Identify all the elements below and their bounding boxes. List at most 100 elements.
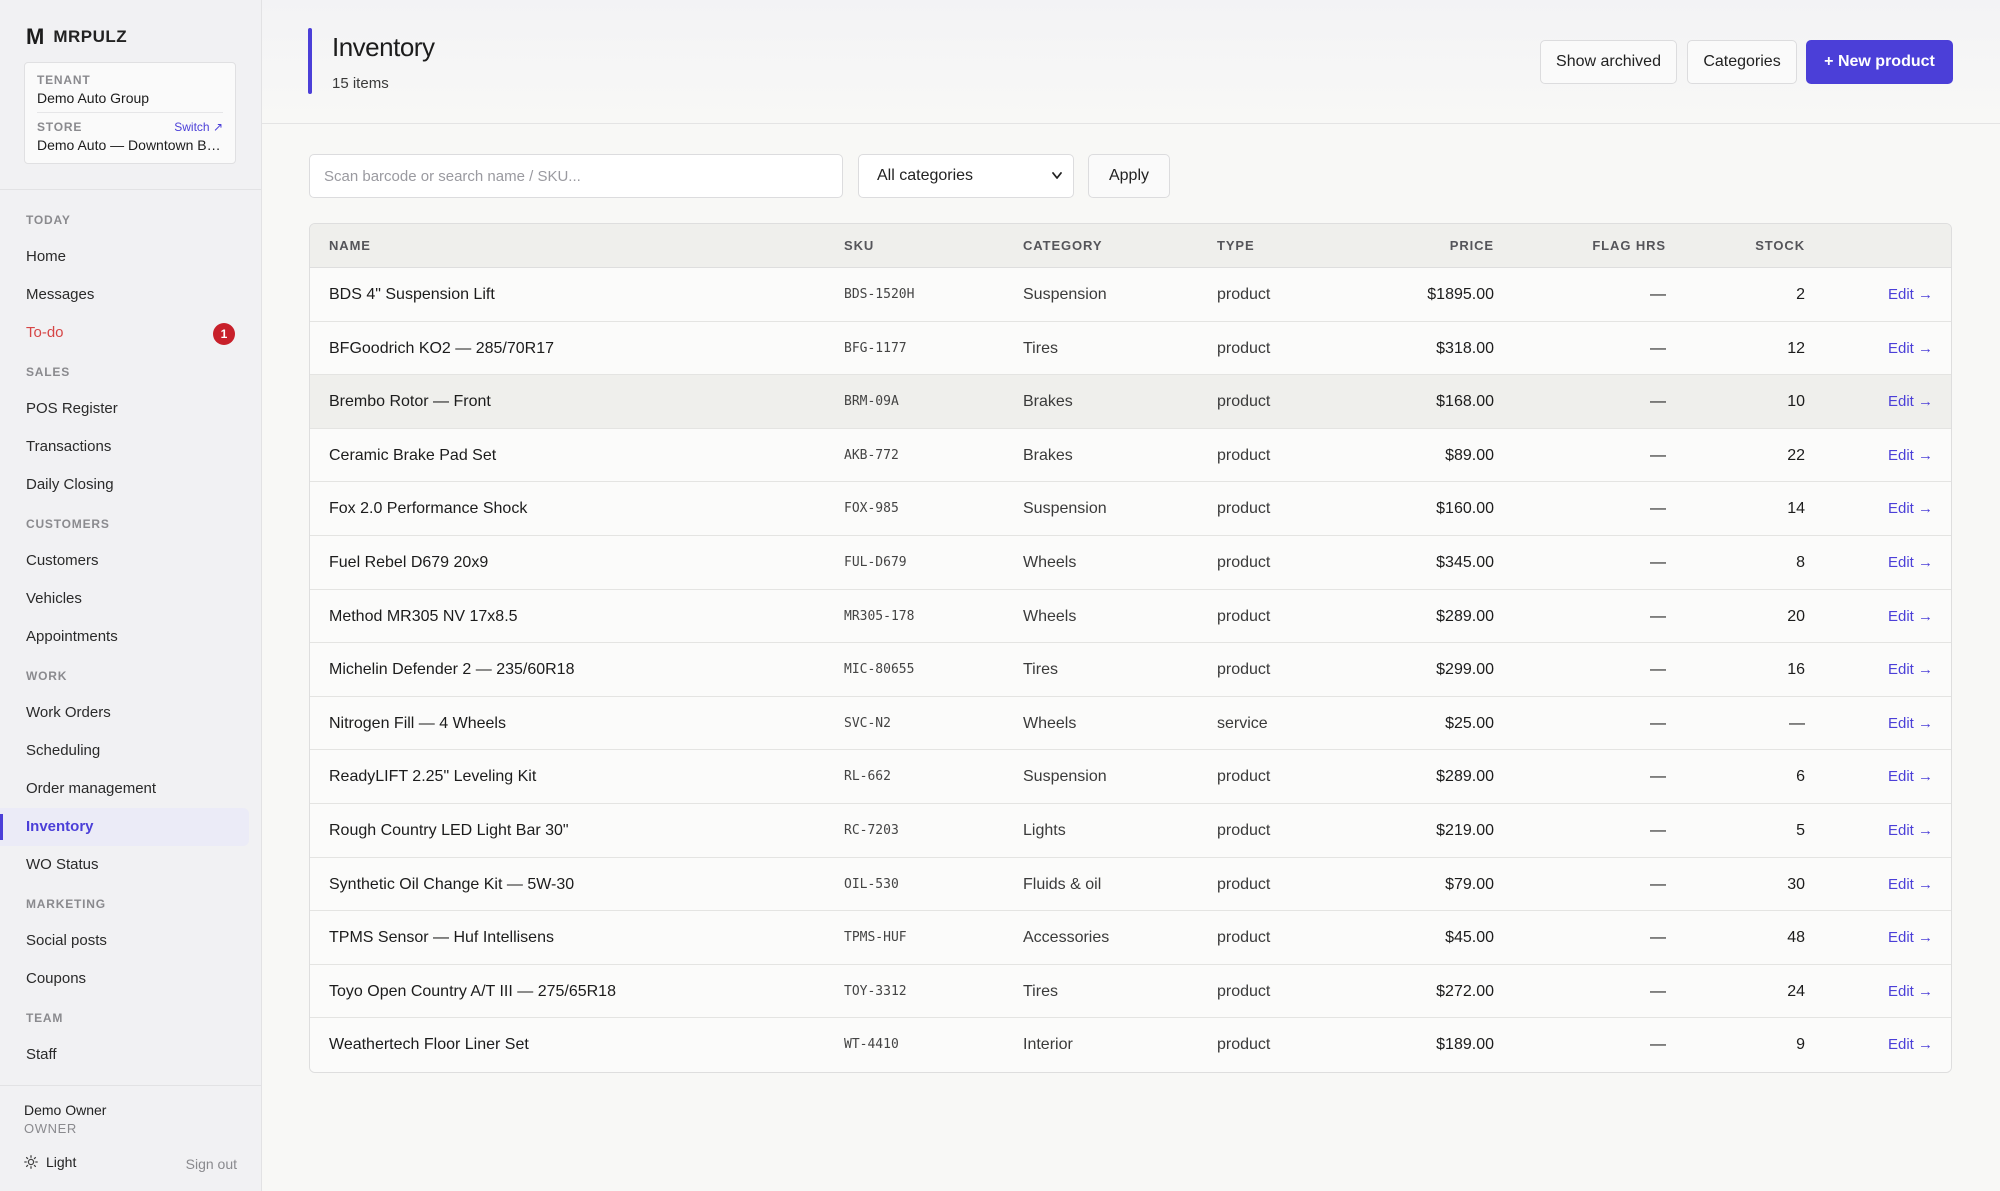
show-archived-button[interactable]: Show archived bbox=[1540, 40, 1677, 84]
sidebar-item-messages[interactable]: Messages bbox=[0, 276, 249, 314]
edit-link[interactable]: Edit → bbox=[1888, 858, 1933, 911]
edit-link[interactable]: Edit → bbox=[1888, 911, 1933, 964]
cell-type: product bbox=[1217, 1036, 1271, 1054]
cell-category: Suspension bbox=[1023, 286, 1107, 303]
cell-stock: 12 bbox=[1787, 339, 1805, 357]
cell-price: $289.00 bbox=[1436, 768, 1494, 786]
edit-link[interactable]: Edit → bbox=[1888, 590, 1933, 643]
table-row[interactable]: Method MR305 NV 17x8.5 MR305-178 Wheels pro… bbox=[310, 589, 1951, 644]
table-row[interactable]: Toyo Open Country A/T III — 275/65R18 TOY… bbox=[310, 964, 1951, 1019]
edit-link[interactable]: Edit → bbox=[1888, 1018, 1933, 1071]
owner-name: Demo Owner bbox=[24, 1102, 107, 1118]
table-row[interactable]: Fuel Rebel D679 20x9 FUL-D679 Wheels produc… bbox=[310, 535, 1951, 590]
cell-type: product bbox=[1217, 286, 1271, 303]
column-header-name[interactable]: NAME bbox=[329, 224, 371, 268]
cell-stock: 14 bbox=[1787, 500, 1805, 518]
cell-price: $189.00 bbox=[1436, 1036, 1494, 1054]
cell-flag-hrs: — bbox=[1650, 929, 1666, 947]
sidebar-item-wo-status[interactable]: WO Status bbox=[0, 846, 249, 884]
sidebar-item-vehicles[interactable]: Vehicles bbox=[0, 580, 249, 618]
cell-name: Ceramic Brake Pad Set bbox=[329, 446, 497, 464]
sidebar-item-order-management[interactable]: Order management bbox=[0, 770, 249, 808]
edit-link[interactable]: Edit → bbox=[1888, 375, 1933, 428]
sidebar-item-home[interactable]: Home bbox=[0, 238, 249, 276]
edit-link[interactable]: Edit → bbox=[1888, 482, 1933, 535]
cell-name: Fox 2.0 Performance Shock bbox=[329, 500, 528, 518]
table-row[interactable]: Weathertech Floor Liner Set WT-4410 Interi… bbox=[310, 1018, 1951, 1072]
sidebar-item-staff[interactable]: Staff bbox=[0, 1036, 249, 1074]
cell-name: Nitrogen Fill — 4 Wheels bbox=[329, 714, 506, 732]
sidebar-item-to-do[interactable]: To-do 1 bbox=[0, 314, 249, 352]
sidebar-item-social-posts[interactable]: Social posts bbox=[0, 922, 249, 960]
cell-stock: 5 bbox=[1796, 821, 1805, 839]
cell-stock: 20 bbox=[1787, 607, 1805, 625]
sidebar-item-transactions[interactable]: Transactions bbox=[0, 428, 249, 466]
switch-store-link[interactable]: Switch ↗ bbox=[174, 120, 223, 134]
edit-link[interactable]: Edit → bbox=[1888, 322, 1933, 375]
table-row[interactable]: ReadyLIFT 2.25" Leveling Kit RL-662 Suspen… bbox=[310, 750, 1951, 804]
cell-type: product bbox=[1217, 339, 1271, 357]
sidebar-item-customers[interactable]: Customers bbox=[0, 542, 249, 580]
edit-link[interactable]: Edit → bbox=[1888, 643, 1933, 696]
cell-type: product bbox=[1217, 500, 1271, 518]
sidebar-nav: TODAY Home Messages To-do 1 SALES POS Register… bbox=[0, 200, 261, 1080]
column-header-flag-hrs[interactable]: FLAG HRS bbox=[1592, 224, 1666, 268]
sidebar-item-label: Inventory bbox=[26, 818, 94, 835]
column-header-type[interactable]: TYPE bbox=[1217, 224, 1255, 268]
edit-link[interactable]: Edit → bbox=[1888, 804, 1933, 857]
sidebar-item-label: Social posts bbox=[26, 932, 107, 949]
table-row[interactable]: BDS 4" Suspension Lift BDS-1520H Suspensio… bbox=[310, 268, 1951, 322]
store-value: Demo Auto — Downtown Branch bbox=[37, 137, 223, 153]
sidebar-item-coupons[interactable]: Coupons bbox=[0, 960, 249, 998]
edit-link[interactable]: Edit → bbox=[1888, 536, 1933, 589]
cell-stock: 24 bbox=[1787, 982, 1805, 1000]
table-row[interactable]: TPMS Sensor — Huf Intellisens TPMS-HUF Acc… bbox=[310, 911, 1951, 965]
sidebar-item-scheduling[interactable]: Scheduling bbox=[0, 732, 249, 770]
theme-toggle[interactable]: Light bbox=[24, 1154, 76, 1170]
brand[interactable]: M MRPULZ bbox=[26, 24, 127, 50]
cell-flag-hrs: — bbox=[1650, 446, 1666, 464]
categories-button[interactable]: Categories bbox=[1687, 40, 1797, 84]
search-input[interactable] bbox=[309, 154, 843, 198]
sidebar-item-label: Customers bbox=[26, 552, 99, 569]
table-row[interactable]: Brembo Rotor — Front BRM-09A Brakes product… bbox=[310, 375, 1951, 429]
sidebar-item-label: Scheduling bbox=[26, 742, 101, 759]
table-row[interactable]: Rough Country LED Light Bar 30" RC-7203 Li… bbox=[310, 803, 1951, 858]
cell-price: $318.00 bbox=[1436, 339, 1494, 357]
cell-category: Suspension bbox=[1023, 768, 1107, 786]
column-header-sku[interactable]: SKU bbox=[844, 224, 874, 268]
cell-category: Interior bbox=[1023, 1036, 1073, 1054]
sidebar-item-pos-register[interactable]: POS Register bbox=[0, 390, 249, 428]
edit-link[interactable]: Edit → bbox=[1888, 750, 1933, 803]
page-header: Inventory 15 items Show archived Categor… bbox=[262, 0, 2000, 124]
column-header-category[interactable]: CATEGORY bbox=[1023, 224, 1102, 268]
table-row[interactable]: Michelin Defender 2 — 235/60R18 MIC-80655… bbox=[310, 643, 1951, 697]
column-header-price[interactable]: PRICE bbox=[1450, 224, 1494, 268]
edit-link[interactable]: Edit → bbox=[1888, 697, 1933, 750]
cell-name: Michelin Defender 2 — 235/60R18 bbox=[329, 661, 575, 679]
column-header-stock[interactable]: STOCK bbox=[1755, 224, 1805, 268]
category-select[interactable]: All categories bbox=[858, 154, 1074, 198]
nav-section-label: TODAY bbox=[26, 213, 71, 227]
edit-link[interactable]: Edit → bbox=[1888, 965, 1933, 1018]
cell-price: $345.00 bbox=[1436, 553, 1494, 571]
cell-category: Tires bbox=[1023, 982, 1058, 1000]
apply-button[interactable]: Apply bbox=[1088, 154, 1170, 198]
edit-link[interactable]: Edit → bbox=[1888, 429, 1933, 482]
sidebar-item-appointments[interactable]: Appointments bbox=[0, 618, 249, 656]
table-row[interactable]: Fox 2.0 Performance Shock FOX-985 Suspensi… bbox=[310, 482, 1951, 536]
table-row[interactable]: Synthetic Oil Change Kit — 5W-30 OIL-530 F… bbox=[310, 857, 1951, 912]
cell-sku: WT-4410 bbox=[844, 1037, 899, 1053]
new-product-button[interactable]: + New product bbox=[1806, 40, 1953, 84]
sidebar-item-daily-closing[interactable]: Daily Closing bbox=[0, 466, 249, 504]
table-row[interactable]: BFGoodrich KO2 — 285/70R17 BFG-1177 Tires p… bbox=[310, 321, 1951, 376]
cell-price: $168.00 bbox=[1436, 393, 1494, 411]
edit-link[interactable]: Edit → bbox=[1888, 268, 1933, 321]
cell-category: Tires bbox=[1023, 661, 1058, 679]
table-row[interactable]: Ceramic Brake Pad Set AKB-772 Brakes produc… bbox=[310, 428, 1951, 483]
table-row[interactable]: Nitrogen Fill — 4 Wheels SVC-N2 Wheels serv… bbox=[310, 696, 1951, 751]
cell-price: $160.00 bbox=[1436, 500, 1494, 518]
sidebar-item-work-orders[interactable]: Work Orders bbox=[0, 694, 249, 732]
sign-out-button[interactable]: Sign out bbox=[186, 1156, 237, 1172]
sidebar-item-inventory[interactable]: Inventory bbox=[0, 808, 249, 846]
